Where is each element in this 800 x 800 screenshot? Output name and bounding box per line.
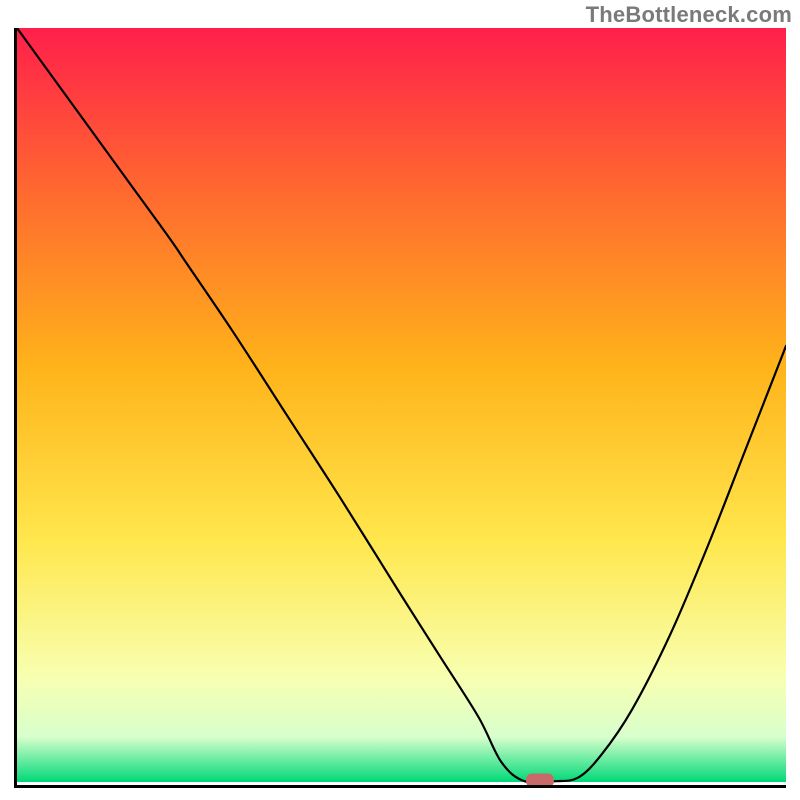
watermark-text: TheBottleneck.com — [586, 2, 792, 28]
chart-frame: TheBottleneck.com — [0, 0, 800, 800]
optimal-marker — [526, 773, 554, 785]
plot-area — [14, 28, 786, 788]
plot-svg — [17, 28, 786, 785]
gradient-background — [17, 28, 786, 782]
